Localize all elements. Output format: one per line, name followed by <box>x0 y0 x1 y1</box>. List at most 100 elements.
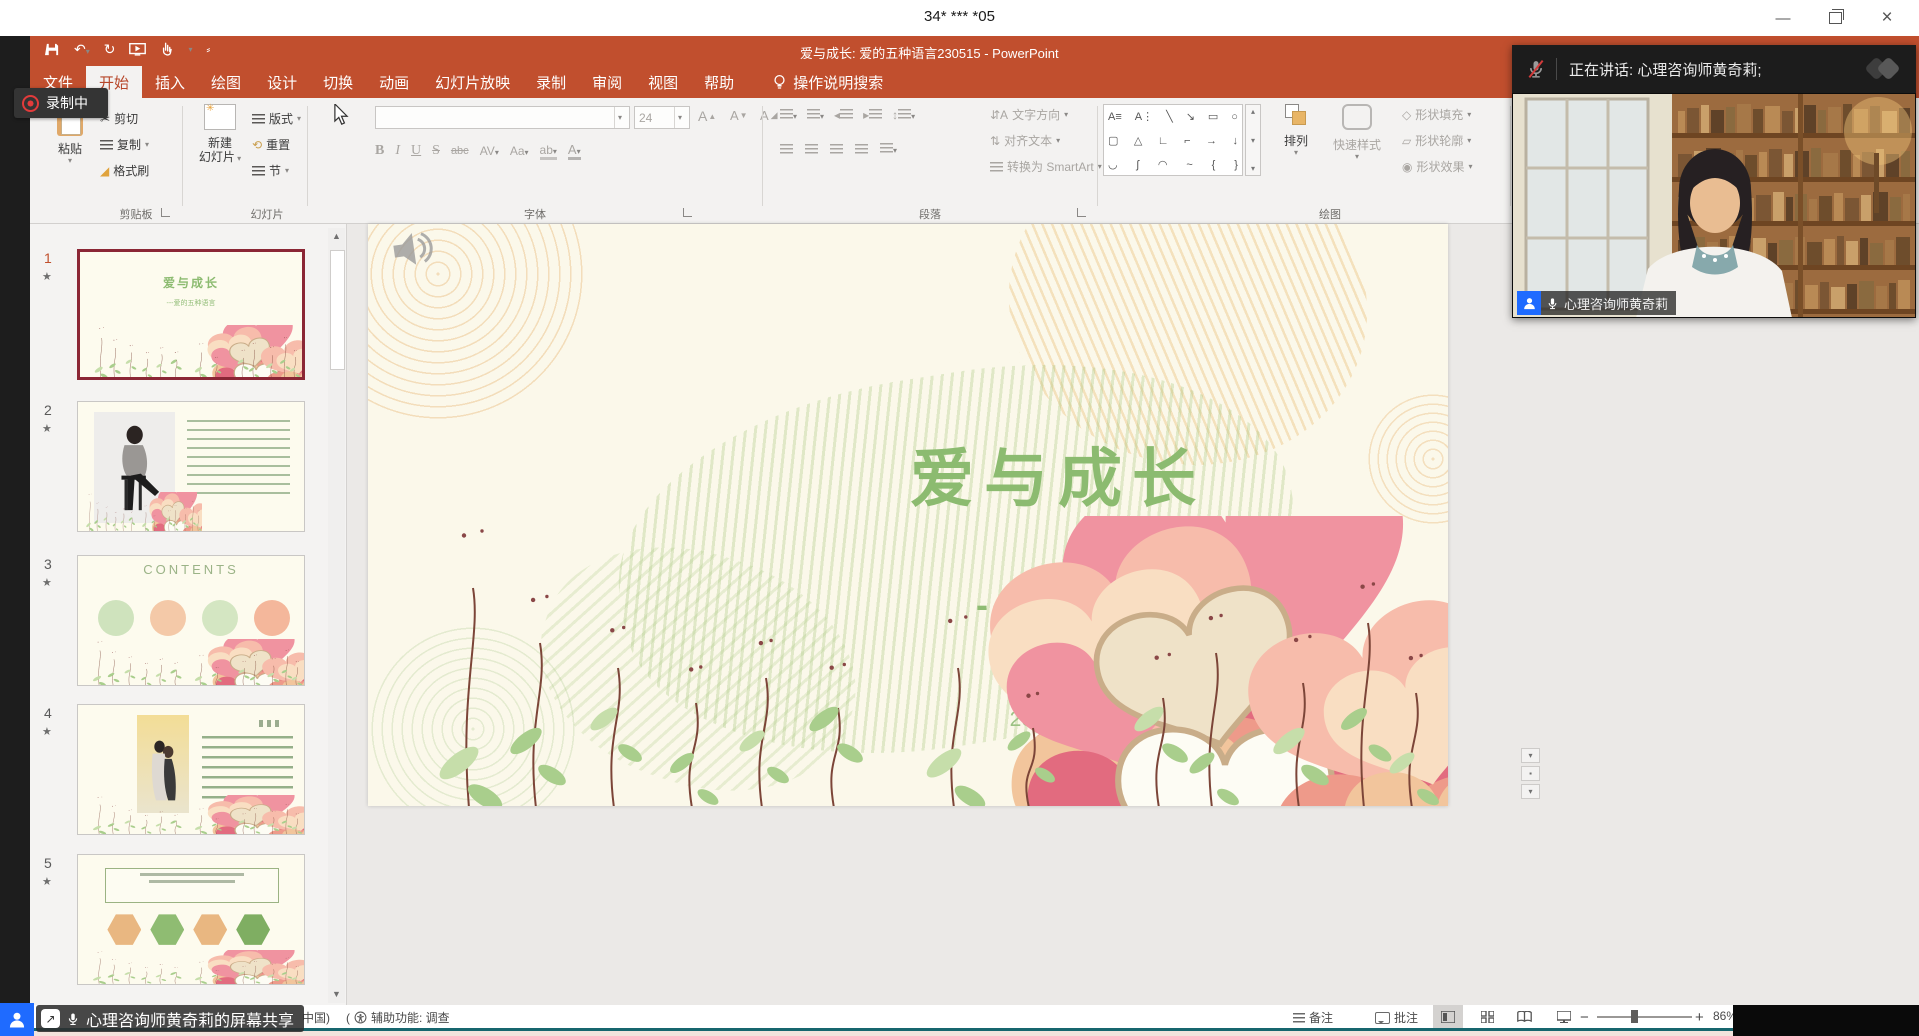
lightbulb-icon <box>773 74 786 91</box>
shape-gallery-scrollbar[interactable]: ▴▾▾ <box>1245 104 1261 176</box>
minimize-button[interactable]: — <box>1757 0 1809 36</box>
statusbar-language[interactable]: 中国) <box>302 1009 330 1026</box>
slideshow-view-button[interactable] <box>1549 1005 1579 1028</box>
section-icon <box>252 166 265 176</box>
italic-button[interactable]: I <box>395 143 400 159</box>
screen-share-indicator[interactable]: ↗ 心理咨询师黄奇莉的屏幕共享 <box>0 1003 304 1036</box>
previous-slide-button[interactable]: ▪ <box>1521 766 1540 781</box>
tab-draw[interactable]: 绘图 <box>198 66 254 98</box>
layout-button[interactable]: 版式▾ <box>252 110 301 127</box>
tab-design[interactable]: 设计 <box>254 66 310 98</box>
shape-gallery[interactable]: A≡A⋮╲↘▭○ ▢△∟⌐→↓ ◡ʃ◠~{} <box>1103 104 1243 176</box>
normal-view-button[interactable] <box>1433 1005 1463 1028</box>
zoom-out-button[interactable]: − <box>1580 1009 1589 1026</box>
slide-thumbnail-3[interactable]: CONTENTS <box>77 555 305 686</box>
close-button[interactable]: × <box>1861 0 1913 36</box>
underline-button[interactable]: U <box>411 143 421 159</box>
change-case-button[interactable]: Aa▾ <box>510 144 529 158</box>
align-text-button[interactable]: ⇅对齐文本▾ <box>990 132 1060 149</box>
share-avatar-icon <box>0 1003 34 1036</box>
thumbnail-scrollbar-thumb[interactable] <box>330 250 345 370</box>
font-color-button[interactable]: A▾ <box>568 142 581 160</box>
quick-styles-icon <box>1342 104 1372 130</box>
align-left-button[interactable] <box>780 144 793 154</box>
align-right-button[interactable] <box>830 144 843 154</box>
line-spacing-button[interactable]: ↕▾ <box>892 108 915 122</box>
video-call-overlay[interactable]: 正在讲话: 心理咨询师黄奇莉; <box>1512 45 1916 318</box>
shadow-button[interactable]: S <box>432 143 440 159</box>
character-spacing-button[interactable]: AV▾ <box>480 144 499 158</box>
font-size-dropdown-icon[interactable]: ▾ <box>674 107 685 128</box>
align-center-button[interactable] <box>805 144 818 154</box>
restore-button[interactable] <box>1809 0 1861 36</box>
bullets-button[interactable]: ▾ <box>780 108 797 122</box>
comments-button[interactable]: 批注 <box>1375 1009 1418 1026</box>
shape-effects-button[interactable]: ◉形状效果▾ <box>1402 158 1473 175</box>
smartart-button[interactable]: 转换为 SmartArt▾ <box>990 158 1102 175</box>
text-direction-button[interactable]: ⇵A文字方向▾ <box>990 106 1068 123</box>
next-slide-button[interactable]: ▾ <box>1521 784 1540 799</box>
tab-help[interactable]: 帮助 <box>691 66 747 98</box>
thumbnail-scroll-down-button[interactable]: ▼ <box>328 986 345 1003</box>
new-slide-button[interactable]: 新建幻灯片 ▾ <box>192 104 248 166</box>
copy-button[interactable]: 复制▾ <box>100 136 149 153</box>
screen: 34* *** *05 — × ↶▾ ↻ ▾ ⸗ 爱与成长: 爱的五种语言230… <box>0 0 1919 1036</box>
slide-sorter-view-button[interactable] <box>1472 1005 1502 1028</box>
tab-review[interactable]: 审阅 <box>579 66 635 98</box>
statusbar-accessibility[interactable]: ( 辅助功能: 调查 <box>346 1009 450 1026</box>
tell-me-search[interactable]: 操作说明搜索 <box>747 66 883 98</box>
slide-thumbnail-4[interactable] <box>77 704 305 835</box>
justify-button[interactable] <box>855 144 868 154</box>
slide-thumbnail-2[interactable] <box>77 401 305 532</box>
zoom-in-button[interactable]: + <box>1695 1009 1704 1026</box>
increase-indent-button[interactable]: ▸ <box>863 108 882 122</box>
touch-mode-icon[interactable] <box>160 42 174 57</box>
slide-thumbnail-1[interactable]: 爱与成长 ---爱的五种语言 <box>77 249 305 380</box>
numbering-button[interactable]: ▾ <box>807 108 824 122</box>
thumbnail-scroll-up-button[interactable]: ▲ <box>328 228 345 245</box>
tab-view[interactable]: 视图 <box>635 66 691 98</box>
columns-button[interactable]: ▾ <box>880 142 897 156</box>
shrink-font-button[interactable]: A▼ <box>730 108 748 123</box>
quick-styles-button[interactable]: 快速样式 ▾ <box>1324 104 1390 161</box>
qat-more-icon[interactable]: ⸗ <box>207 44 211 56</box>
section-button[interactable]: 节▾ <box>252 162 289 179</box>
grow-font-button[interactable]: A▲ <box>698 108 716 124</box>
paragraph-dialog-launcher[interactable] <box>1077 208 1086 217</box>
font-dialog-launcher[interactable] <box>683 208 692 217</box>
tab-record[interactable]: 录制 <box>523 66 579 98</box>
arrange-button[interactable]: 排列 ▾ <box>1273 104 1319 157</box>
group-label-paragraph: 段落 <box>885 206 975 222</box>
clipboard-dialog-launcher[interactable] <box>161 208 170 217</box>
zoom-slider-thumb[interactable] <box>1631 1010 1638 1023</box>
reset-button[interactable]: ⟲重置 <box>252 136 290 153</box>
speaker-icon[interactable] <box>387 225 438 273</box>
shape-outline-icon: ▱ <box>1402 134 1411 148</box>
save-icon[interactable] <box>45 42 60 57</box>
qat-customize-icon[interactable]: ▾ <box>188 45 192 54</box>
format-painter-button[interactable]: ◢格式刷 <box>100 162 149 179</box>
strikethrough-button[interactable]: abc <box>451 145 469 157</box>
tab-slideshow[interactable]: 幻灯片放映 <box>422 66 523 98</box>
slide-thumbnail-5[interactable] <box>77 854 305 985</box>
font-name-dropdown-icon[interactable]: ▾ <box>614 107 625 128</box>
reading-view-button[interactable] <box>1509 1005 1539 1028</box>
shape-outline-button[interactable]: ▱形状轮廓▾ <box>1402 132 1471 149</box>
zoom-slider-track[interactable] <box>1597 1016 1692 1018</box>
scroll-down-button[interactable]: ▾ <box>1521 748 1540 763</box>
tab-animations[interactable]: 动画 <box>366 66 422 98</box>
decrease-indent-button[interactable]: ◂ <box>834 108 853 122</box>
highlight-button[interactable]: ab▾ <box>540 143 557 160</box>
font-name-combo[interactable]: ▾ <box>375 106 630 129</box>
bold-button[interactable]: B <box>375 143 384 159</box>
start-slideshow-icon[interactable] <box>129 43 146 57</box>
notes-button[interactable]: 备注 <box>1293 1009 1333 1026</box>
undo-icon[interactable]: ↶▾ <box>74 41 90 58</box>
tab-transitions[interactable]: 切换 <box>310 66 366 98</box>
slide-canvas[interactable]: 爱与成长 ---爱的五种语言 黄奇莉 2023年5月15日 <box>368 224 1448 806</box>
redo-icon[interactable]: ↻ <box>104 41 116 58</box>
tab-insert[interactable]: 插入 <box>142 66 198 98</box>
shape-fill-button[interactable]: ◇形状填充▾ <box>1402 106 1471 123</box>
font-size-combo[interactable]: 24▾ <box>634 106 690 129</box>
shape-fill-icon: ◇ <box>1402 108 1411 122</box>
